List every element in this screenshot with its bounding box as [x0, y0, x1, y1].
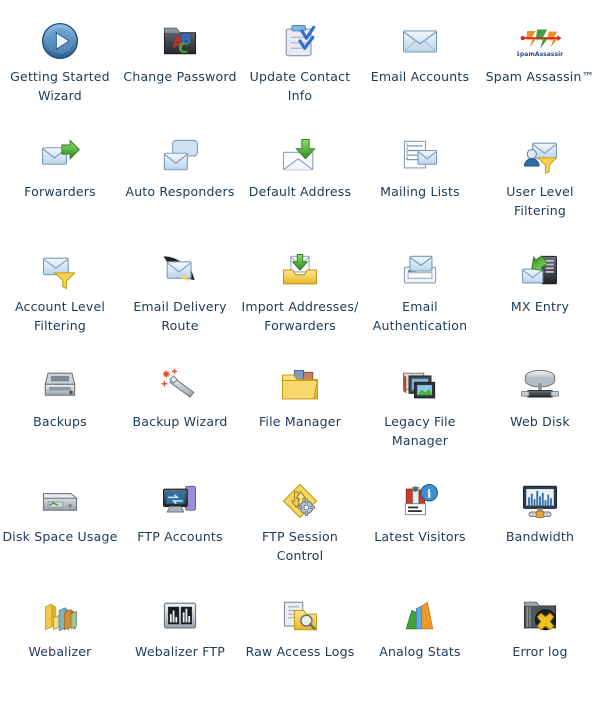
icon-tile-label: FTP Session Control: [261, 529, 338, 563]
icon-tile[interactable]: Change Password: [120, 18, 240, 133]
icon-grid: Getting Started Wizard Change Password Upd…: [0, 0, 600, 708]
icon-tile-label: Email Accounts: [370, 69, 470, 84]
list-envelope-icon[interactable]: [397, 133, 443, 179]
folder-error-icon[interactable]: [517, 593, 563, 639]
icon-tile-label: Webalizer FTP: [135, 644, 225, 659]
icon-tile[interactable]: Email Delivery Route: [120, 248, 240, 363]
logs-magnifier-icon[interactable]: [277, 593, 323, 639]
icon-tile[interactable]: Analog Stats: [360, 593, 480, 708]
icon-tile[interactable]: Email Accounts: [360, 18, 480, 133]
icon-tile[interactable]: Webalizer FTP: [120, 593, 240, 708]
envelope-speech-icon[interactable]: [157, 133, 203, 179]
hard-drive-icon[interactable]: [37, 478, 83, 524]
icon-tile[interactable]: Backup Wizard: [120, 363, 240, 478]
icon-tile[interactable]: Bandwidth: [480, 478, 600, 593]
monitor-transfer-icon[interactable]: [157, 478, 203, 524]
icon-tile[interactable]: Disk Space Usage: [0, 478, 120, 593]
icon-tile-label: Backup Wizard: [132, 414, 228, 429]
icon-tile[interactable]: Legacy File Manager: [360, 363, 480, 478]
folder-abc-icon[interactable]: [157, 18, 203, 64]
icon-tile-label: Update Contact Info: [249, 69, 351, 103]
envelope-route-icon[interactable]: [157, 248, 203, 294]
icon-tile-label: MX Entry: [510, 299, 570, 314]
icon-tile[interactable]: Forwarders: [0, 133, 120, 248]
envelope-icon[interactable]: [397, 18, 443, 64]
icon-tile[interactable]: Default Address: [240, 133, 360, 248]
icon-tile-label: User Level Filtering: [506, 184, 574, 218]
visitors-info-icon[interactable]: [397, 478, 443, 524]
inbox-import-icon[interactable]: [277, 248, 323, 294]
icon-tile[interactable]: Email Authentication: [360, 248, 480, 363]
icon-tile-label: Webalizer: [28, 644, 92, 659]
icon-tile[interactable]: Getting Started Wizard: [0, 18, 120, 133]
icon-tile-label: Error log: [512, 644, 568, 659]
icon-tile-label: Bandwidth: [505, 529, 575, 544]
server-envelope-icon[interactable]: [517, 248, 563, 294]
tape-backup-icon[interactable]: [37, 363, 83, 409]
icon-tile-label: Email Delivery Route: [133, 299, 227, 333]
icon-tile[interactable]: Auto Responders: [120, 133, 240, 248]
icon-tile[interactable]: Error log: [480, 593, 600, 708]
icon-tile[interactable]: File Manager: [240, 363, 360, 478]
icon-tile[interactable]: Import Addresses/ Forwarders: [240, 248, 360, 363]
webalizer-ftp-icon[interactable]: [157, 593, 203, 639]
backup-wand-icon[interactable]: [157, 363, 203, 409]
icon-tile-label: Account Level Filtering: [14, 299, 106, 333]
icon-tile-label: Web Disk: [510, 414, 570, 429]
envelope-down-arrow-icon[interactable]: [277, 133, 323, 179]
icon-tile[interactable]: Mailing Lists: [360, 133, 480, 248]
network-disk-icon[interactable]: [517, 363, 563, 409]
icon-tile[interactable]: Web Disk: [480, 363, 600, 478]
icon-tile[interactable]: Latest Visitors: [360, 478, 480, 593]
icon-tile-label: Import Addresses/ Forwarders: [241, 299, 359, 333]
diamond-gear-icon[interactable]: [277, 478, 323, 524]
icon-tile[interactable]: Raw Access Logs: [240, 593, 360, 708]
icon-tile-label: FTP Accounts: [137, 529, 223, 544]
icon-tile-label: Disk Space Usage: [2, 529, 118, 544]
icon-tile-label: Auto Responders: [125, 184, 235, 199]
spamassassin-logo-icon[interactable]: [517, 18, 563, 64]
icon-tile[interactable]: Spam Assassin™: [480, 18, 600, 133]
icon-tile-label: Raw Access Logs: [245, 644, 355, 659]
icon-tile-label: File Manager: [258, 414, 342, 429]
icon-tile[interactable]: User Level Filtering: [480, 133, 600, 248]
envelope-arrow-icon[interactable]: [37, 133, 83, 179]
icon-tile[interactable]: Update Contact Info: [240, 18, 360, 133]
folder-photos-icon[interactable]: [277, 363, 323, 409]
icon-tile-label: Spam Assassin™: [485, 69, 595, 84]
icon-tile[interactable]: Backups: [0, 363, 120, 478]
play-circle-icon[interactable]: [37, 18, 83, 64]
bandwidth-graph-icon[interactable]: [517, 478, 563, 524]
icon-tile[interactable]: Account Level Filtering: [0, 248, 120, 363]
clipboard-check-icon[interactable]: [277, 18, 323, 64]
envelope-funnel-icon[interactable]: [37, 248, 83, 294]
icon-tile-label: Change Password: [123, 69, 237, 84]
icon-tile-label: Backups: [33, 414, 87, 429]
icon-tile-label: Default Address: [248, 184, 352, 199]
icon-tile-label: Forwarders: [24, 184, 96, 199]
icon-tile[interactable]: MX Entry: [480, 248, 600, 363]
icon-tile[interactable]: FTP Accounts: [120, 478, 240, 593]
icon-tile-label: Analog Stats: [379, 644, 461, 659]
icon-tile-label: Getting Started Wizard: [10, 69, 110, 103]
icon-tile[interactable]: Webalizer: [0, 593, 120, 708]
analog-bars-icon[interactable]: [397, 593, 443, 639]
envelope-form-icon[interactable]: [397, 248, 443, 294]
icon-tile-label: Email Authentication: [372, 299, 468, 333]
icon-tile-label: Mailing Lists: [380, 184, 460, 199]
user-funnel-envelope-icon[interactable]: [517, 133, 563, 179]
photo-stack-icon[interactable]: [397, 363, 443, 409]
bar-chart-3d-icon[interactable]: [37, 593, 83, 639]
icon-tile-label: Latest Visitors: [374, 529, 466, 544]
icon-tile[interactable]: FTP Session Control: [240, 478, 360, 593]
icon-tile-label: Legacy File Manager: [384, 414, 456, 448]
